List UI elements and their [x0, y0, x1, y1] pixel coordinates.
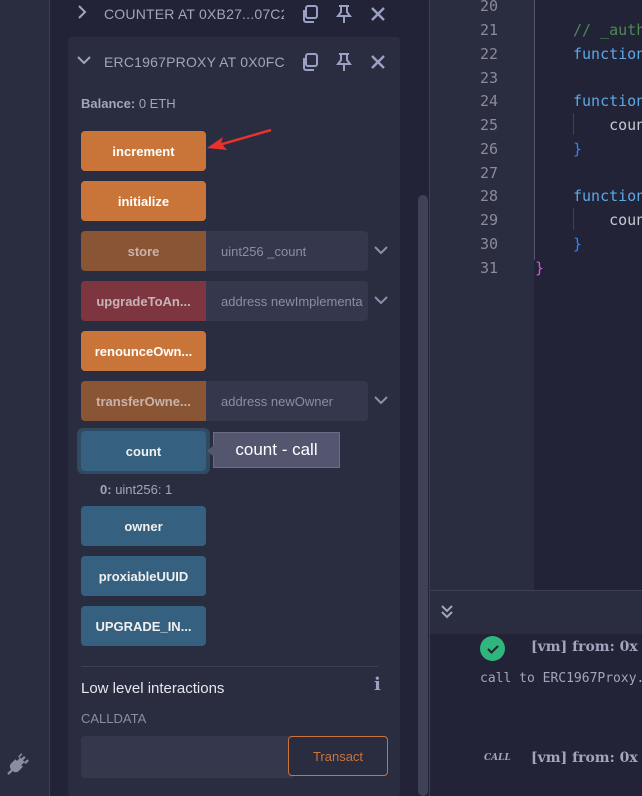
- pin-icon[interactable]: [334, 52, 354, 72]
- renounce-ownership-button[interactable]: renounceOwn...: [81, 331, 206, 371]
- new-owner-input[interactable]: address newOwner: [206, 381, 368, 421]
- terminal[interactable]: [430, 634, 642, 796]
- store-button[interactable]: store: [81, 231, 206, 271]
- copy-icon[interactable]: [300, 4, 320, 24]
- instance-title: COUNTER AT 0XB27...07C2C (M: [104, 6, 284, 22]
- code-line: 31}: [480, 259, 545, 277]
- count-button[interactable]: count: [81, 431, 206, 471]
- calldata-label: CALLDATA: [81, 711, 147, 726]
- code-line: 22 function: [480, 45, 642, 63]
- result-value: uint256: 1: [115, 482, 173, 497]
- call-tag-icon: CALL: [484, 753, 511, 763]
- balance-value: 0 ETH: [138, 96, 176, 111]
- code-line: 30}: [480, 235, 583, 253]
- transact-button[interactable]: Transact: [288, 736, 388, 776]
- balance: Balance: 0 ETH: [81, 96, 176, 111]
- double-chevron-down-icon[interactable]: [438, 603, 456, 621]
- code-line: 29 coun: [480, 211, 642, 229]
- divider: [81, 666, 378, 667]
- chevron-down-icon[interactable]: [372, 391, 390, 409]
- initialize-button[interactable]: initialize: [81, 181, 206, 221]
- chevron-down-icon[interactable]: [372, 241, 390, 259]
- increment-button[interactable]: increment: [81, 131, 206, 171]
- success-check-icon: [480, 636, 505, 661]
- new-implementation-input[interactable]: address newImplementa: [206, 281, 368, 321]
- code-line: 23: [480, 69, 499, 87]
- chevron-down-icon[interactable]: [372, 291, 390, 309]
- activity-bar: [0, 0, 50, 796]
- low-level-title: Low level interactions: [81, 680, 225, 697]
- chevron-right-icon[interactable]: [76, 4, 90, 25]
- code-line: 21// _auth: [480, 21, 642, 39]
- instance-header-counter[interactable]: COUNTER AT 0XB27...07C2C (M: [68, 0, 385, 28]
- upgrade-to-and-call-button[interactable]: upgradeToAn...: [81, 281, 206, 321]
- code-line: 28 function: [480, 187, 642, 205]
- scrollbar[interactable]: [418, 195, 428, 796]
- proxiable-uuid-button[interactable]: proxiableUUID: [81, 556, 206, 596]
- calldata-input[interactable]: [81, 736, 293, 778]
- code-line: 27: [480, 164, 499, 182]
- close-icon[interactable]: [368, 52, 388, 72]
- instance-header-proxy[interactable]: ERC1967PROXY AT 0X0FC...9A: [68, 48, 385, 76]
- upgrade-interface-version-button[interactable]: UPGRADE_IN...: [81, 606, 206, 646]
- balance-label: Balance:: [81, 96, 136, 111]
- copy-icon[interactable]: [300, 52, 320, 72]
- close-icon[interactable]: [368, 4, 388, 24]
- chevron-down-icon[interactable]: [76, 53, 91, 71]
- store-input[interactable]: uint256 _count: [206, 231, 368, 271]
- log-line[interactable]: [vm] from: 0x: [531, 750, 638, 766]
- instance-title: ERC1967PROXY AT 0X0FC...9A: [104, 54, 284, 70]
- code-line: 25 coun: [480, 116, 642, 134]
- log-detail: call to ERC1967Proxy.c: [480, 671, 642, 686]
- result-key: 0:: [100, 482, 112, 497]
- code-line: 20: [480, 0, 499, 15]
- code-line: 24 function: [480, 92, 642, 110]
- code-line: 26}: [480, 140, 583, 158]
- terminal-header: [430, 590, 642, 635]
- annotation-arrow-icon: [207, 128, 272, 150]
- tooltip: count - call: [207, 432, 340, 468]
- pin-icon[interactable]: [334, 4, 354, 24]
- owner-button[interactable]: owner: [81, 506, 206, 546]
- info-icon[interactable]: i: [374, 674, 381, 695]
- count-result: 0: uint256: 1: [100, 482, 172, 497]
- plug-icon[interactable]: [4, 750, 30, 776]
- transfer-ownership-button[interactable]: transferOwne...: [81, 381, 206, 421]
- log-line[interactable]: [vm] from: 0x: [531, 639, 638, 655]
